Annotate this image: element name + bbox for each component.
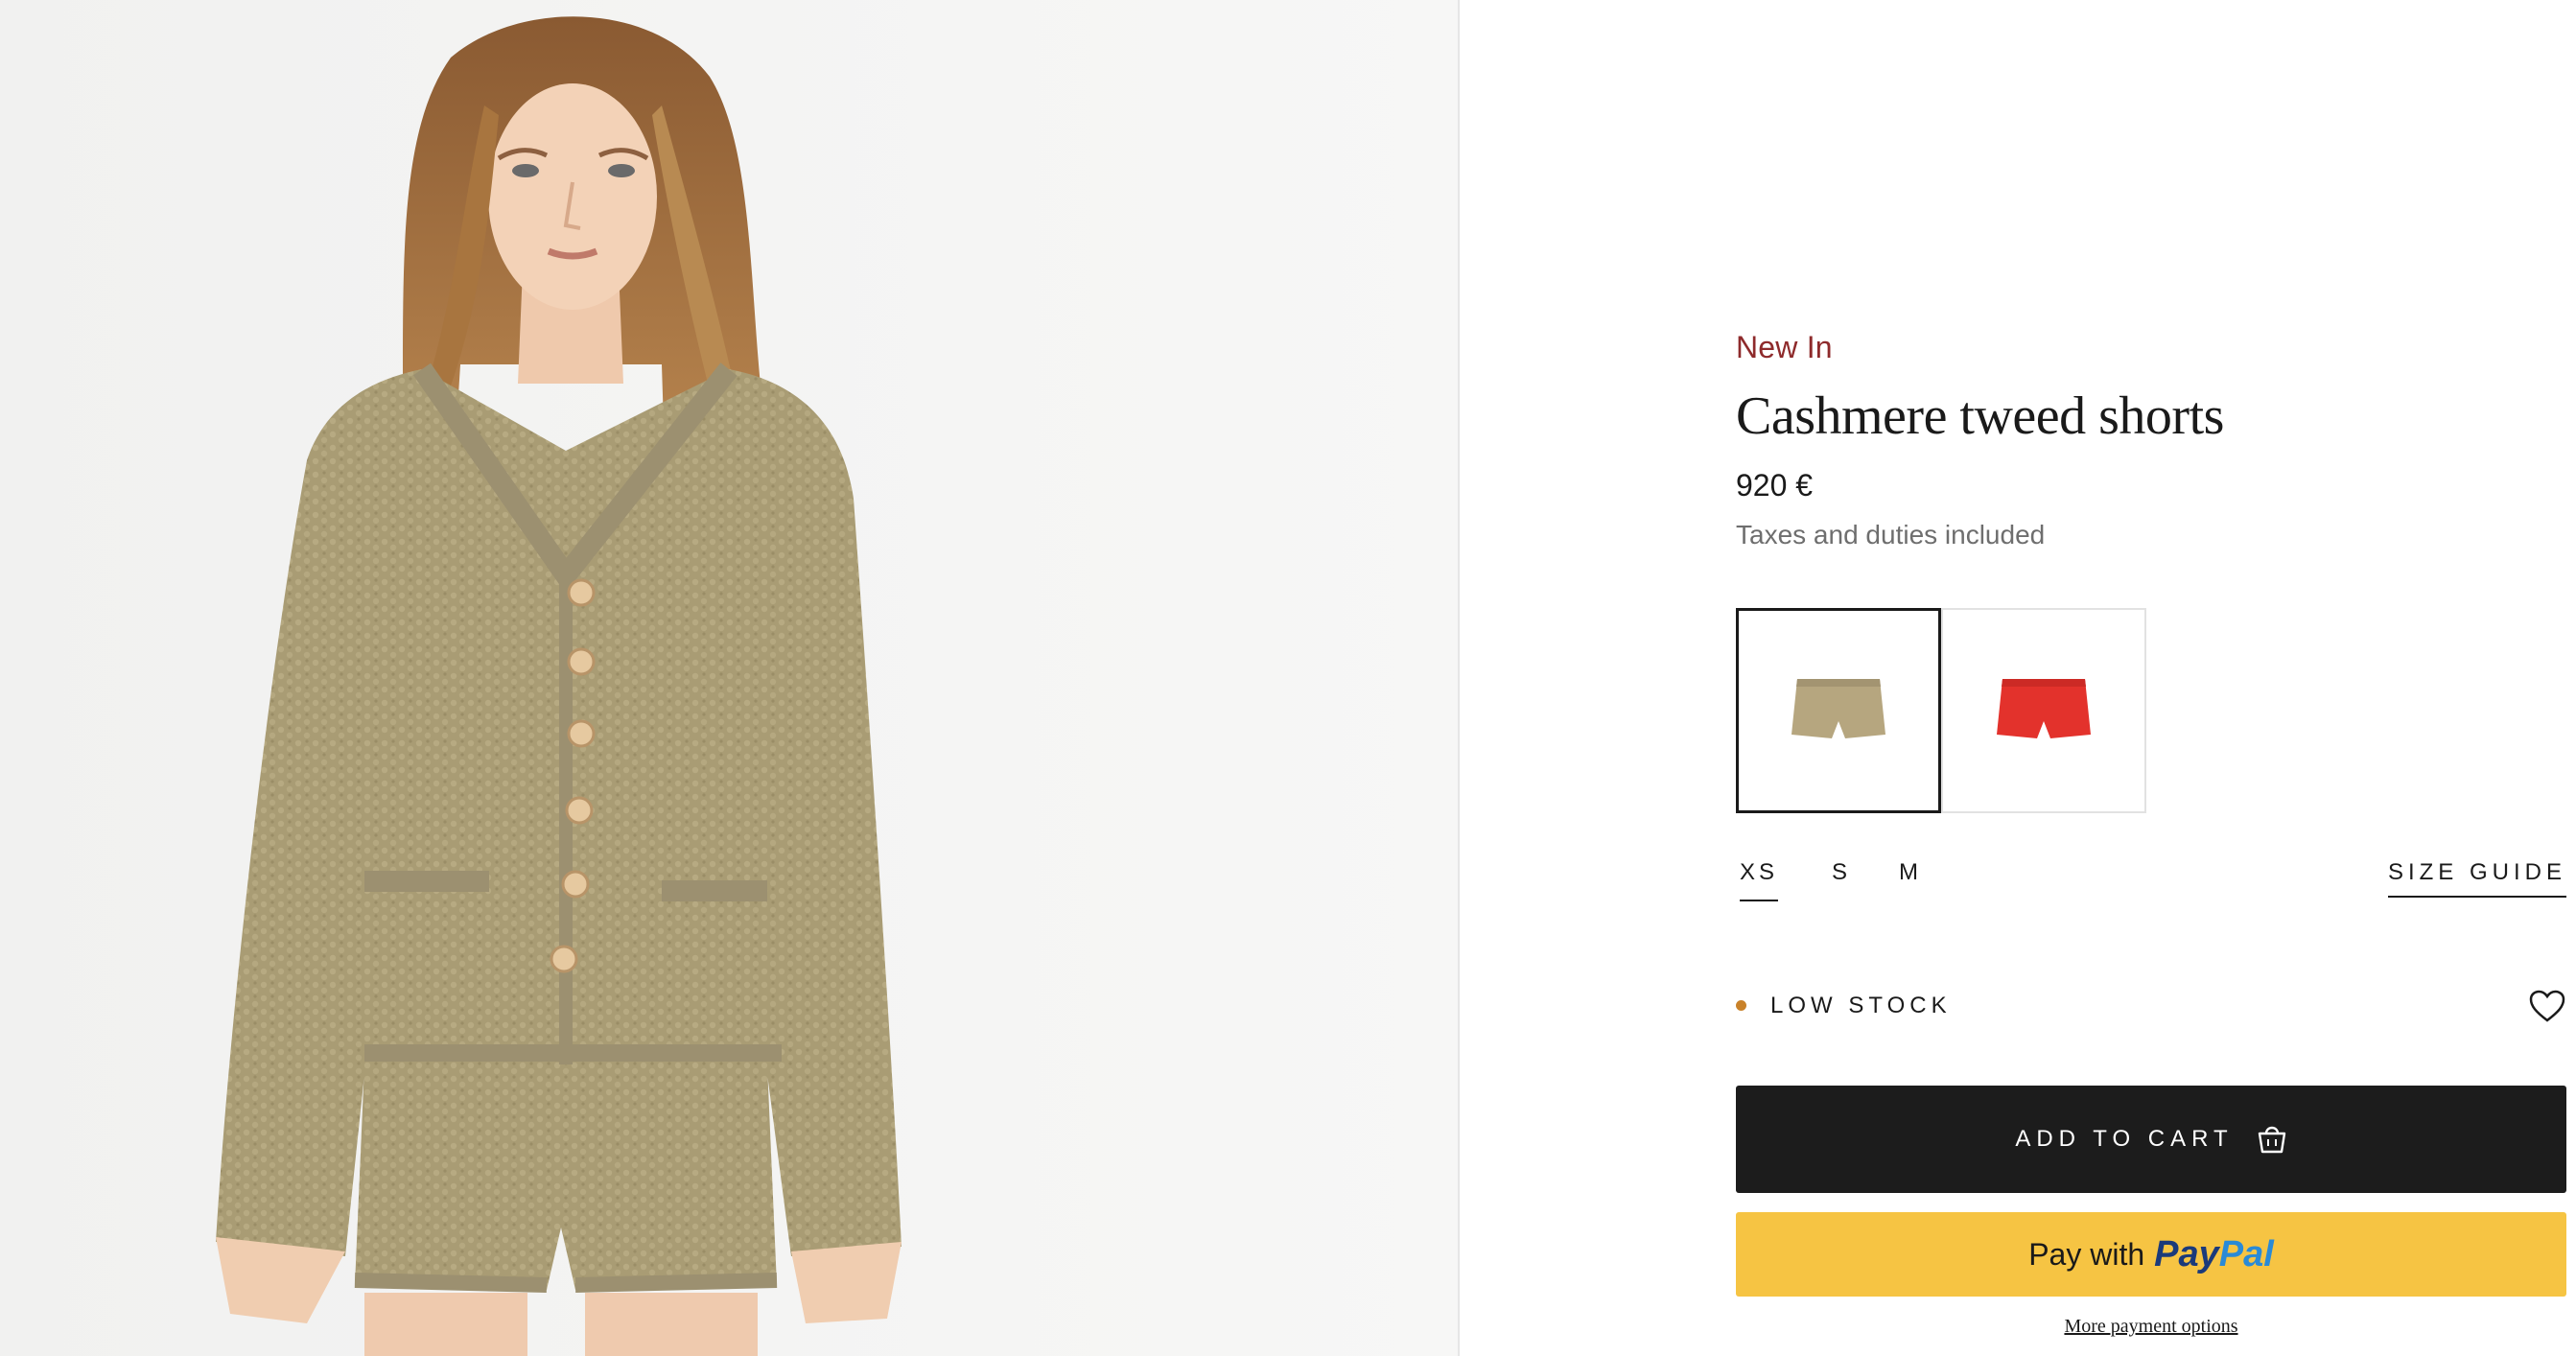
paypal-button[interactable]: Pay with PayPal bbox=[1736, 1212, 2566, 1297]
size-option-m[interactable]: M bbox=[1899, 859, 1922, 900]
product-image[interactable] bbox=[0, 0, 1458, 1356]
size-option-xs[interactable]: XS bbox=[1740, 859, 1779, 901]
product-title: Cashmere tweed shorts bbox=[1736, 386, 2224, 446]
color-swatches bbox=[1736, 608, 2146, 813]
model-photo bbox=[0, 0, 1458, 1356]
more-payment-options-link[interactable]: More payment options bbox=[1736, 1316, 2566, 1338]
khaki-shorts-thumbnail bbox=[1791, 679, 1885, 738]
swatch-khaki[interactable] bbox=[1736, 608, 1941, 813]
size-selector: XS S M SIZE GUIDE bbox=[1736, 859, 2566, 913]
paypal-logo: PayPal bbox=[2154, 1233, 2274, 1274]
paypal-prefix: Pay with bbox=[2028, 1236, 2145, 1272]
size-guide-link[interactable]: SIZE GUIDE bbox=[2387, 859, 2566, 898]
product-price: 920 € bbox=[1736, 468, 1814, 503]
product-info-panel: New In Cashmere tweed shorts 920 € Taxes… bbox=[1736, 0, 2566, 1356]
new-in-badge: New In bbox=[1736, 330, 1833, 364]
stock-label: LOW STOCK bbox=[1770, 993, 1952, 1018]
add-to-cart-button[interactable]: ADD TO CART bbox=[1736, 1086, 2566, 1193]
panel-divider bbox=[1458, 0, 1460, 1356]
heart-icon[interactable] bbox=[2528, 988, 2566, 1026]
red-shorts-thumbnail bbox=[1997, 679, 2091, 738]
tax-note: Taxes and duties included bbox=[1736, 520, 2046, 549]
shopping-bag-icon bbox=[2257, 1122, 2287, 1157]
swatch-red[interactable] bbox=[1941, 608, 2146, 813]
stock-status: LOW STOCK bbox=[1736, 988, 2566, 1026]
low-stock-dot-icon bbox=[1736, 1000, 1746, 1011]
size-option-s[interactable]: S bbox=[1832, 859, 1851, 900]
add-to-cart-label: ADD TO CART bbox=[2015, 1126, 2234, 1152]
